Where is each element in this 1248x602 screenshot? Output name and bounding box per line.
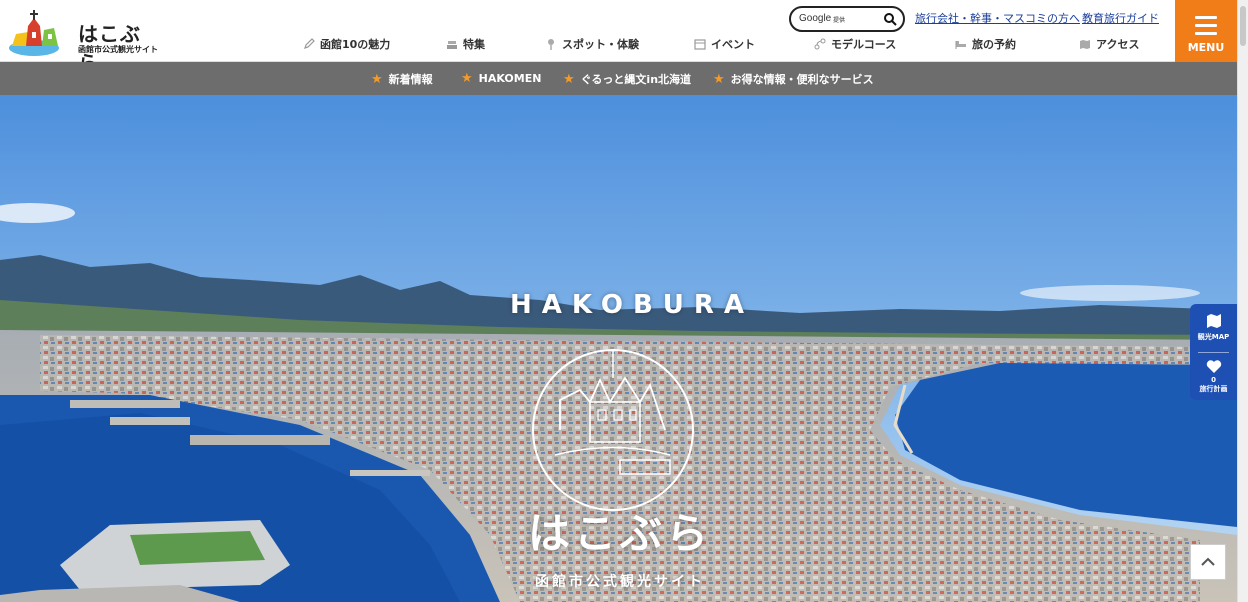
nav-label: 函館10の魅力 (320, 38, 391, 51)
nav-item-model-course[interactable]: モデルコース (814, 36, 896, 52)
nav-item-attractions[interactable]: 函館10の魅力 (303, 36, 390, 52)
nav-item-events[interactable]: イベント (694, 36, 755, 52)
subnav-label: お得な情報・便利なサービス (730, 73, 874, 86)
nav-label: イベント (711, 38, 755, 51)
star-icon: ★ (461, 71, 473, 86)
chevron-up-icon (1201, 557, 1215, 566)
trip-plan-count: 0 (1211, 376, 1216, 384)
hero-subtitle: 函館市公式観光サイト (535, 574, 705, 590)
search-icon[interactable] (883, 12, 897, 26)
trip-plan-button[interactable]: 0 旅行計画 (1190, 360, 1237, 394)
tourist-map-button[interactable]: 観光MAP (1190, 312, 1237, 342)
nav-item-features[interactable]: 特集 (446, 36, 485, 52)
subnav-label: 新着情報 (388, 73, 433, 86)
map-icon (1080, 40, 1090, 49)
hero-title: はこぶら (527, 509, 712, 558)
nav-label: 特集 (463, 38, 485, 51)
back-to-top-button[interactable] (1190, 544, 1226, 580)
map-icon (1206, 314, 1221, 328)
sub-navigation: ★ 新着情報 ★ HAKOMEN ★ ぐるっと縄文in北海道 ★ お得な情報・便… (0, 62, 1237, 95)
bed-icon (955, 41, 966, 49)
site-subtitle: 函館市公式観光サイト (78, 45, 158, 54)
search-box[interactable]: Google 提供 (789, 6, 905, 32)
pencil-icon (304, 38, 315, 49)
hamburger-icon-bar (1195, 16, 1217, 19)
scrollbar-thumb[interactable] (1240, 6, 1246, 46)
nav-label: スポット・体験 (562, 38, 639, 51)
trip-plan-label: 旅行計画 (1199, 385, 1228, 393)
hamburger-icon-bar (1195, 32, 1217, 35)
agency-press-link[interactable]: 旅行会社・幹事・マスコミの方へ (915, 10, 1080, 26)
nav-label: 旅の予約 (972, 38, 1016, 51)
nav-item-booking[interactable]: 旅の予約 (955, 36, 1016, 52)
logo-emblem-icon (9, 10, 59, 56)
route-icon (814, 38, 826, 50)
nav-label: アクセス (1096, 38, 1140, 51)
star-icon: ★ (563, 71, 575, 87)
subnav-item-hakomen[interactable]: ★ HAKOMEN (461, 71, 541, 86)
emblem-ring-text: HAKOBURA (510, 290, 755, 320)
school-trip-guide-link[interactable]: 教育旅行ガイド (1082, 10, 1159, 26)
subnav-label: ぐるっと縄文in北海道 (580, 73, 692, 86)
menu-label: MENU (1187, 41, 1225, 54)
menu-button[interactable]: MENU (1175, 0, 1237, 62)
tourist-map-label: 観光MAP (1197, 333, 1230, 341)
heart-icon (1206, 360, 1221, 373)
subnav-item-news[interactable]: ★ 新着情報 (371, 71, 433, 87)
nav-label: モデルコース (831, 38, 897, 51)
star-icon: ★ (713, 71, 725, 87)
subnav-label: HAKOMEN (478, 72, 542, 85)
hero-image: HAKOBURA はこぶら 函館市公式観光サイト (0, 95, 1237, 602)
calendar-icon (694, 39, 706, 50)
side-tools: 観光MAP 0 旅行計画 (1190, 304, 1237, 400)
stack-icon (447, 41, 457, 49)
subnav-item-deals[interactable]: ★ お得な情報・便利なサービス (713, 71, 874, 87)
hamburger-icon-bar (1195, 24, 1217, 27)
star-icon: ★ (371, 71, 383, 87)
side-divider (1198, 352, 1229, 353)
search-provider-label: 提供 (833, 17, 846, 24)
scrollbar[interactable] (1237, 0, 1248, 602)
site-header: はこぶら 函館市公式観光サイト Google 提供 旅行会社・幹事・マスコミの方… (0, 0, 1248, 75)
site-logo[interactable]: はこぶら 函館市公式観光サイト (8, 8, 158, 75)
subnav-item-jomon[interactable]: ★ ぐるっと縄文in北海道 (563, 71, 691, 87)
nav-item-spots[interactable]: スポット・体験 (545, 36, 639, 52)
pin-icon (548, 39, 554, 50)
nav-item-access[interactable]: アクセス (1079, 36, 1139, 52)
search-brand: Google (799, 13, 832, 24)
